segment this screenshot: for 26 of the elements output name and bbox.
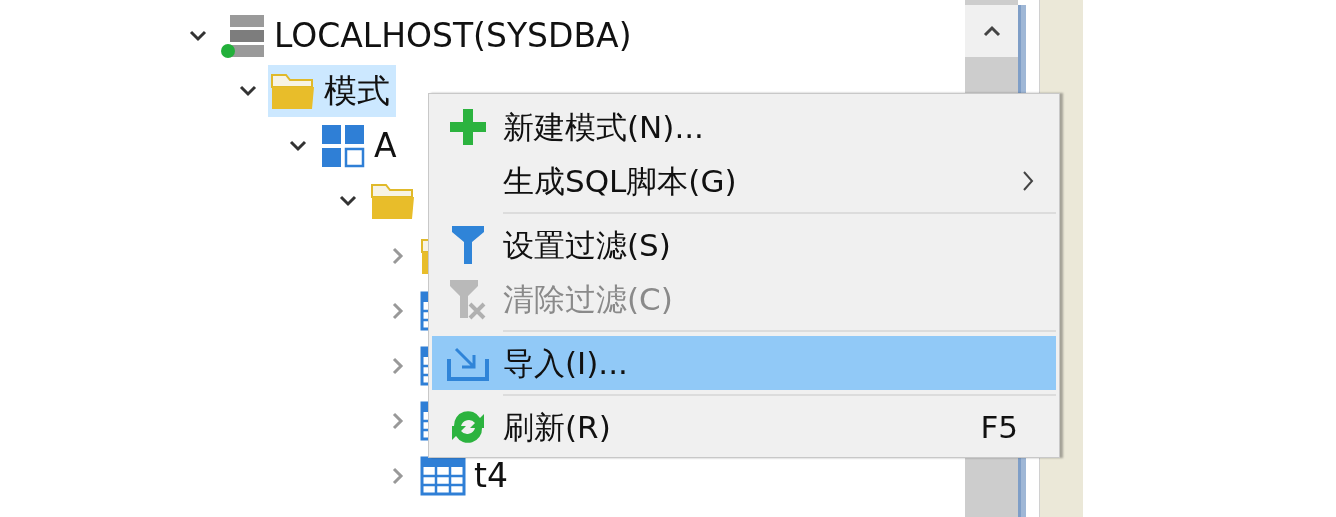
tree-item-label: LOCALHOST(SYSDBA) — [274, 20, 632, 51]
menu-item-label: 导入(I)... — [503, 347, 628, 379]
tree-item-label: A — [374, 130, 397, 161]
clear-filter-icon — [447, 278, 488, 320]
scroll-up-button[interactable] — [965, 5, 1018, 57]
menu-item[interactable]: 设置过滤(S) — [432, 218, 1056, 272]
menu-item[interactable]: 新建模式(N)... — [432, 100, 1056, 154]
plus-icon — [447, 107, 488, 147]
table-icon — [420, 455, 466, 496]
menu-item[interactable]: 生成SQL脚本(G) — [432, 154, 1056, 208]
filter-icon — [449, 224, 486, 266]
menu-item[interactable]: 导入(I)... — [432, 336, 1056, 390]
menu-item-label: 设置过滤(S) — [503, 229, 671, 261]
server-icon — [220, 12, 266, 59]
schema-icon — [320, 122, 366, 169]
tree-item[interactable]: A — [318, 119, 403, 172]
tree-item-label: t4 — [474, 460, 508, 491]
menu-item-label: 刷新(R) — [503, 411, 611, 443]
menu-item-label: 清除过滤(C) — [503, 283, 673, 315]
caret-up-icon — [982, 25, 1001, 37]
menu-item-label: 生成SQL脚本(G) — [503, 165, 737, 197]
tree-item[interactable]: LOCALHOST(SYSDBA) — [218, 9, 638, 62]
shortcut-label: F5 — [980, 411, 1018, 443]
menu-item-label: 新建模式(N)... — [503, 111, 704, 143]
tree-item-label: 模式 — [324, 75, 390, 106]
tree-item[interactable]: 模式 — [268, 64, 396, 117]
